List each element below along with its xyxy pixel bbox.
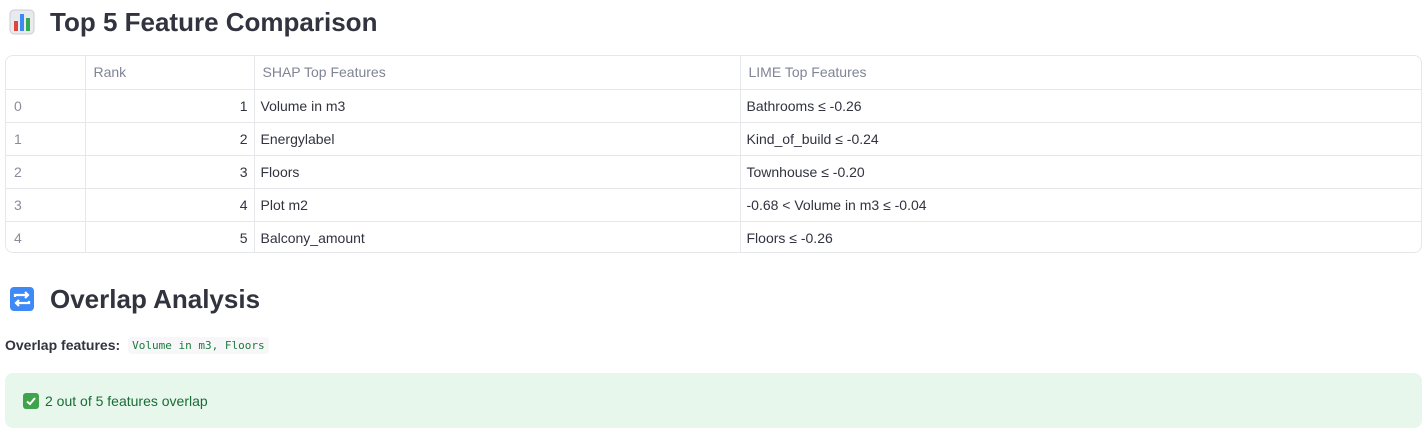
lime-feature-cell: Townhouse ≤ -0.20 bbox=[740, 155, 1421, 189]
check-icon bbox=[23, 392, 39, 409]
rank-cell: 2 bbox=[85, 122, 255, 156]
row-index: 3 bbox=[6, 188, 86, 222]
lime-feature-cell: Floors ≤ -0.26 bbox=[746, 229, 833, 246]
table-header-row: Rank SHAP Top Features LIME Top Features bbox=[6, 56, 1421, 90]
overlap-features-label: Overlap features: bbox=[5, 337, 121, 353]
shap-feature-cell: Balcony_amount bbox=[254, 221, 741, 252]
row-index: 0 bbox=[6, 89, 86, 123]
repeat-arrows-icon bbox=[8, 285, 36, 313]
rank-cell: 3 bbox=[85, 155, 255, 189]
lime-feature-cell: Kind_of_build ≤ -0.24 bbox=[740, 122, 1421, 156]
column-header-index[interactable] bbox=[6, 56, 86, 90]
shap-feature-cell: Floors bbox=[254, 155, 741, 189]
section-heading-feature-comparison: Top 5 Feature Comparison bbox=[8, 4, 377, 40]
shap-feature-cell: Plot m2 bbox=[254, 188, 741, 222]
column-header-rank[interactable]: Rank bbox=[85, 56, 255, 90]
table-row[interactable]: 3 4 Plot m2 -0.68 < Volume in m3 ≤ -0.04 bbox=[6, 188, 1421, 222]
rank-cell: 5 bbox=[85, 221, 255, 252]
row-index: 2 bbox=[6, 155, 86, 189]
table-row[interactable]: 2 3 Floors Townhouse ≤ -0.20 bbox=[6, 155, 1421, 189]
success-alert: 2 out of 5 features overlap bbox=[5, 373, 1422, 428]
shap-feature-cell: Energylabel bbox=[254, 122, 741, 156]
section-title: Overlap Analysis bbox=[50, 283, 261, 314]
row-index: 4 bbox=[6, 221, 86, 252]
row-index: 1 bbox=[6, 122, 86, 156]
column-header-shap[interactable]: SHAP Top Features bbox=[254, 56, 741, 90]
page-title: Top 5 Feature Comparison bbox=[50, 6, 378, 37]
table-row[interactable]: 4 5 Balcony_amount Floors ≤ -0.26 bbox=[6, 221, 1421, 252]
lime-feature-cell: -0.68 < Volume in m3 ≤ -0.04 bbox=[740, 188, 1421, 222]
overlap-features-line: Overlap features: Volume in m3, Floors bbox=[5, 334, 269, 356]
alert-text: 2 out of 5 features overlap bbox=[45, 392, 208, 409]
shap-feature-cell: Volume in m3 bbox=[254, 89, 741, 123]
rank-cell: 1 bbox=[85, 89, 255, 123]
rank-cell: 4 bbox=[85, 188, 255, 222]
bar-chart-icon bbox=[8, 8, 36, 36]
column-header-lime[interactable]: LIME Top Features bbox=[740, 56, 1421, 90]
lime-feature-cell: Bathrooms ≤ -0.26 bbox=[740, 89, 1421, 123]
overlap-features-value: Volume in m3, Floors bbox=[128, 336, 269, 354]
table-row[interactable]: 1 2 Energylabel Kind_of_build ≤ -0.24 bbox=[6, 122, 1421, 156]
table-row[interactable]: 0 1 Volume in m3 Bathrooms ≤ -0.26 bbox=[6, 89, 1421, 123]
comparison-table[interactable]: Rank SHAP Top Features LIME Top Features… bbox=[5, 55, 1422, 253]
section-heading-overlap-analysis: Overlap Analysis bbox=[8, 281, 260, 317]
